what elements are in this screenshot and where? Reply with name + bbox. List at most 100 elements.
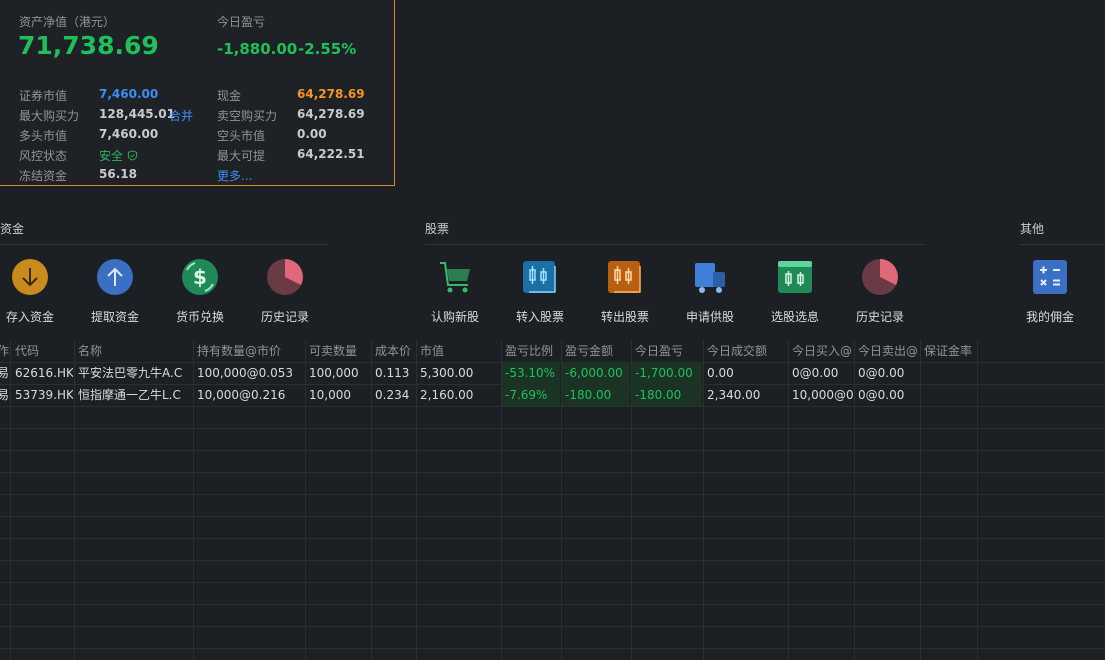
more-link[interactable]: 更多... bbox=[217, 167, 252, 184]
withdraw-button[interactable]: 提取资金 bbox=[75, 258, 155, 325]
nav-value: 71,738.69 bbox=[18, 31, 159, 60]
column-header-today-turnover[interactable]: 今日成交额 bbox=[707, 340, 787, 362]
cell-name: 恒指摩通一乙牛L.C bbox=[78, 388, 181, 402]
cell-holding: 100,000@0.053 bbox=[197, 366, 293, 380]
row-divider bbox=[0, 538, 1105, 539]
trade-link[interactable]: 易 bbox=[0, 384, 10, 406]
truck-icon bbox=[695, 263, 725, 293]
risk-value: 安全 bbox=[99, 149, 124, 163]
cell-today-turnover: 0.00 bbox=[707, 366, 734, 380]
row-divider bbox=[0, 428, 1105, 429]
funds-history-label: 历史记录 bbox=[260, 310, 309, 324]
row-divider bbox=[0, 604, 1105, 605]
securities-value: 7,460.00 bbox=[99, 87, 159, 101]
row-divider bbox=[0, 582, 1105, 583]
column-header-today-buy[interactable]: 今日买入@ bbox=[792, 340, 853, 362]
currency-exchange-icon: $ bbox=[182, 259, 218, 295]
cell-market-value: 2,160.00 bbox=[420, 388, 474, 402]
cart-icon bbox=[440, 262, 470, 293]
stock-transfer-out-icon bbox=[608, 261, 641, 293]
withdraw-icon bbox=[97, 259, 133, 295]
deposit-button[interactable]: 存入资金 bbox=[0, 258, 70, 325]
cell-margin-ratio bbox=[924, 384, 976, 406]
cell-today-turnover: 2,340.00 bbox=[707, 388, 761, 402]
transfer-out-button[interactable]: 转出股票 bbox=[585, 258, 665, 325]
nav-label: 资产净值（港元） bbox=[19, 15, 116, 29]
cell-pl-ratio: -7.69% bbox=[502, 384, 560, 406]
frozen-label: 冻结资金 bbox=[19, 169, 68, 183]
column-header-margin-ratio[interactable]: 保证金率 bbox=[924, 340, 976, 362]
pie-chart-icon bbox=[862, 259, 898, 295]
securities-label: 证券市值 bbox=[19, 89, 68, 103]
merge-link[interactable]: 合并 bbox=[169, 107, 193, 124]
ipo-button[interactable]: 认购新股 bbox=[415, 258, 495, 325]
section-other-title: 其他 bbox=[1020, 222, 1045, 236]
column-header-code[interactable]: 代码 bbox=[15, 340, 73, 362]
section-funds-divider bbox=[0, 244, 328, 245]
risk-status: 安全 bbox=[99, 147, 138, 164]
section-stocks-title: 股票 bbox=[425, 222, 450, 236]
cell-today-sell: 0@0.00 bbox=[858, 366, 905, 380]
positions-table: 作 代码 名称 持有数量@市价 可卖数量 成本价 市值 盈亏比例 盈亏金额 今日… bbox=[0, 340, 1105, 660]
exchange-button[interactable]: $ 货币兑换 bbox=[160, 258, 240, 325]
column-header-holding[interactable]: 持有数量@市价 bbox=[197, 340, 304, 362]
exchange-label: 货币兑换 bbox=[175, 310, 224, 324]
cell-today-buy: 0@0.00 bbox=[792, 366, 839, 380]
column-divider bbox=[371, 340, 372, 660]
cell-today-pl: -180.00 bbox=[632, 384, 702, 406]
row-divider bbox=[0, 560, 1105, 561]
long-value: 7,460.00 bbox=[99, 127, 159, 141]
today-pl-amount: -1,880.00 bbox=[217, 40, 298, 58]
funds-history-button[interactable]: 历史记录 bbox=[245, 258, 325, 325]
column-divider bbox=[920, 340, 921, 660]
apply-lend-button[interactable]: 申请供股 bbox=[670, 258, 750, 325]
max-withdraw-label: 最大可提 bbox=[217, 149, 266, 163]
ipo-label: 认购新股 bbox=[430, 310, 479, 324]
cell-code: 62616.HK bbox=[15, 366, 73, 380]
column-header-action[interactable]: 作 bbox=[0, 340, 10, 362]
today-pl-pct: -2.55% bbox=[298, 40, 357, 58]
column-divider bbox=[74, 340, 75, 660]
column-header-today-sell[interactable]: 今日卖出@ bbox=[858, 340, 919, 362]
row-divider bbox=[0, 494, 1105, 495]
trade-link[interactable]: 易 bbox=[0, 362, 10, 384]
commission-button[interactable]: 我的佣金 bbox=[1010, 258, 1090, 325]
screener-label: 选股选息 bbox=[770, 310, 819, 324]
column-divider bbox=[193, 340, 194, 660]
column-header-pl-ratio[interactable]: 盈亏比例 bbox=[505, 340, 560, 362]
column-divider bbox=[305, 340, 306, 660]
deposit-icon bbox=[12, 259, 48, 295]
cell-pl-amount: -6,000.00 bbox=[562, 362, 630, 384]
svg-text:$: $ bbox=[193, 265, 207, 289]
short-label: 空头市值 bbox=[217, 129, 266, 143]
cash-value: 64,278.69 bbox=[297, 87, 365, 101]
row-divider bbox=[0, 516, 1105, 517]
cell-market-value: 5,300.00 bbox=[420, 366, 474, 380]
frozen-value: 56.18 bbox=[99, 167, 137, 181]
row-divider bbox=[0, 472, 1105, 473]
cell-holding: 10,000@0.216 bbox=[197, 388, 286, 402]
cell-cost: 0.234 bbox=[375, 388, 410, 402]
row-divider bbox=[0, 626, 1105, 627]
column-header-sellable[interactable]: 可卖数量 bbox=[309, 340, 370, 362]
column-header-today-pl[interactable]: 今日盈亏 bbox=[635, 340, 702, 362]
screener-button[interactable]: 选股选息 bbox=[755, 258, 835, 325]
cell-cost: 0.113 bbox=[375, 366, 410, 380]
cell-today-pl: -1,700.00 bbox=[632, 362, 702, 384]
column-header-cost[interactable]: 成本价 bbox=[375, 340, 415, 362]
calculator-icon bbox=[1033, 260, 1067, 294]
cell-pl-amount: -180.00 bbox=[562, 384, 630, 406]
column-header-market-value[interactable]: 市值 bbox=[420, 340, 500, 362]
column-header-pl-amount[interactable]: 盈亏金额 bbox=[565, 340, 630, 362]
cell-today-sell: 0@0.00 bbox=[858, 388, 905, 402]
column-divider bbox=[703, 340, 704, 660]
transfer-in-button[interactable]: 转入股票 bbox=[500, 258, 580, 325]
account-summary-panel: 资产净值（港元） 71,738.69 今日盈亏 -1,880.00 -2.55%… bbox=[0, 0, 395, 186]
column-divider bbox=[416, 340, 417, 660]
stocks-history-button[interactable]: 历史记录 bbox=[840, 258, 920, 325]
stock-screener-icon bbox=[778, 261, 812, 293]
section-other-divider bbox=[1020, 244, 1105, 245]
row-divider bbox=[0, 450, 1105, 451]
transfer-in-label: 转入股票 bbox=[515, 310, 564, 324]
column-header-name[interactable]: 名称 bbox=[78, 340, 192, 362]
